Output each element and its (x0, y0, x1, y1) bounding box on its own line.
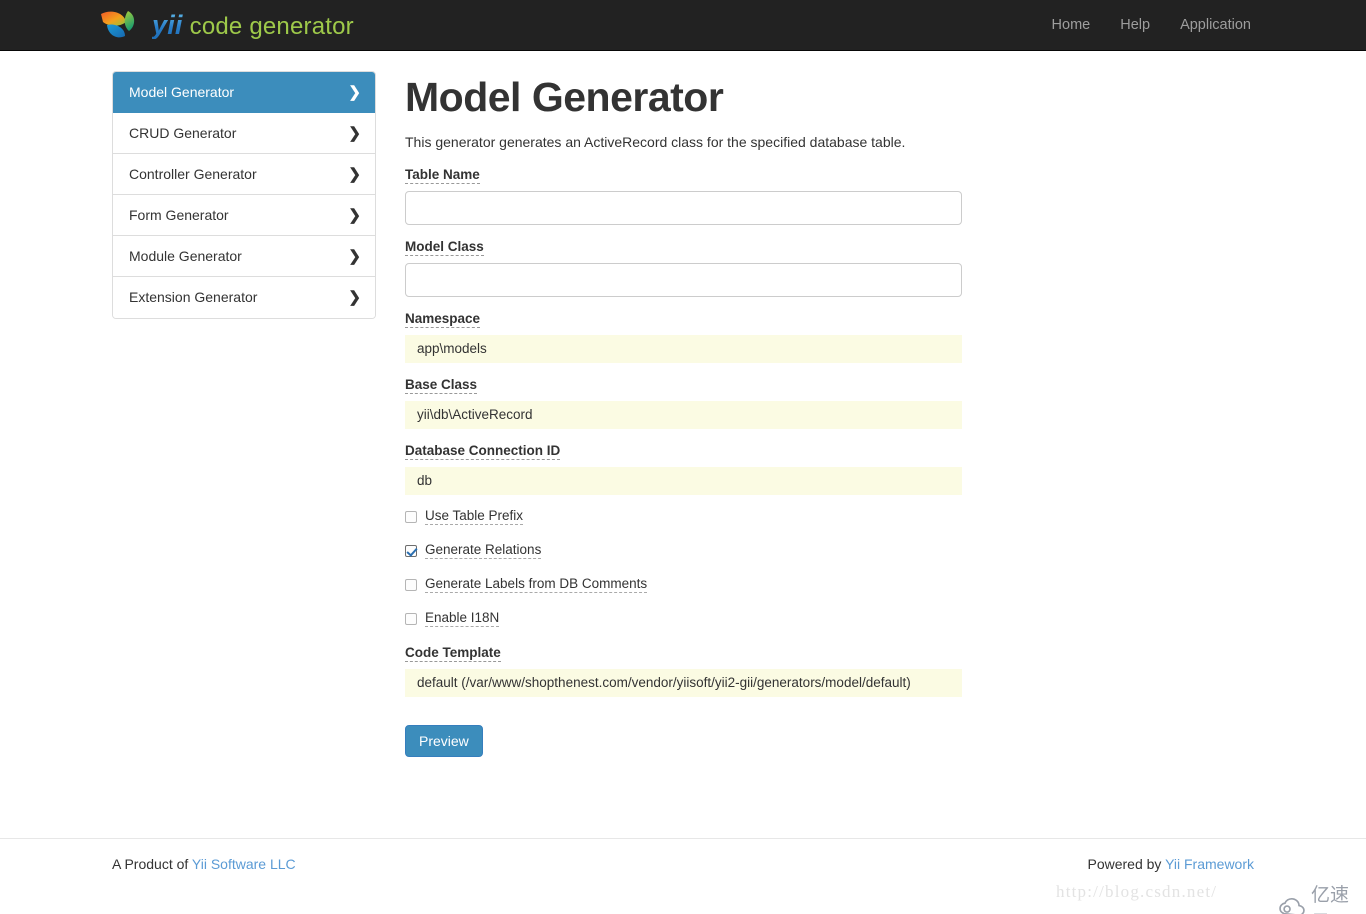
chevron-right-icon: ❯ (348, 72, 361, 113)
generator-form-panel: Model Generator This generator generates… (405, 75, 1005, 757)
model-class-label: Model Class (405, 239, 484, 256)
model-class-input[interactable] (405, 263, 962, 297)
sidebar-item-extension-generator[interactable]: Extension Generator ❯ (113, 277, 375, 318)
chevron-right-icon: ❯ (348, 113, 361, 154)
nav-help[interactable]: Help (1105, 0, 1165, 51)
sidebar-item-module-generator[interactable]: Module Generator ❯ (113, 236, 375, 277)
generate-labels-label[interactable]: Generate Labels from DB Comments (425, 576, 647, 593)
footer-inner: A Product of Yii Software LLC Powered by… (0, 839, 1366, 856)
main-nav: Home Help Application (1037, 0, 1266, 51)
field-group-table-name: Table Name (405, 166, 1005, 225)
sidebar-item-form-generator[interactable]: Form Generator ❯ (113, 195, 375, 236)
footer-product-credit: A Product of Yii Software LLC (112, 856, 296, 872)
generator-list-sidebar: Model Generator ❯ CRUD Generator ❯ Contr… (112, 71, 376, 319)
enable-i18n-label[interactable]: Enable I18N (425, 610, 499, 627)
watermark-url: http://blog.csdn.net/ (1056, 882, 1217, 902)
base-class-label: Base Class (405, 377, 477, 394)
namespace-input[interactable] (405, 335, 962, 363)
sidebar-item-label: CRUD Generator (129, 125, 236, 141)
nav-application[interactable]: Application (1165, 0, 1266, 51)
brand-text: yii code generator (152, 12, 354, 39)
footer-powered-by: Powered by Yii Framework (1087, 856, 1254, 872)
db-connection-id-label: Database Connection ID (405, 443, 560, 460)
chevron-right-icon: ❯ (348, 154, 361, 195)
base-class-input[interactable] (405, 401, 962, 429)
code-template-input[interactable] (405, 669, 962, 697)
use-table-prefix-label[interactable]: Use Table Prefix (425, 508, 523, 525)
yii-bird-logo-icon (98, 7, 152, 43)
checkbox-row-use-table-prefix[interactable]: Use Table Prefix (405, 508, 1005, 525)
gii-code-generator-page: yii code generator Home Help Application… (0, 0, 1366, 914)
sidebar-item-label: Model Generator (129, 84, 234, 100)
preview-button[interactable]: Preview (405, 725, 483, 757)
enable-i18n-checkbox[interactable] (405, 613, 417, 625)
checkbox-row-generate-labels-from-db-comments[interactable]: Generate Labels from DB Comments (405, 576, 1005, 593)
sidebar-item-label: Module Generator (129, 248, 242, 264)
cloud-icon (1278, 897, 1311, 914)
sidebar-item-label: Controller Generator (129, 166, 257, 182)
footer-left-prefix: A Product of (112, 856, 192, 872)
use-table-prefix-checkbox[interactable] (405, 511, 417, 523)
top-navbar: yii code generator Home Help Application (0, 0, 1366, 51)
sidebar-item-label: Form Generator (129, 207, 229, 223)
generate-relations-label[interactable]: Generate Relations (425, 542, 541, 559)
page-footer: A Product of Yii Software LLC Powered by… (0, 838, 1366, 914)
nav-home[interactable]: Home (1037, 0, 1106, 51)
field-group-code-template: Code Template (405, 644, 1005, 697)
sidebar-item-model-generator[interactable]: Model Generator ❯ (113, 72, 375, 113)
chevron-right-icon: ❯ (348, 236, 361, 277)
footer-right-prefix: Powered by (1087, 856, 1165, 872)
chevron-right-icon: ❯ (348, 195, 361, 236)
generator-description: This generator generates an ActiveRecord… (405, 134, 1005, 150)
db-connection-id-input[interactable] (405, 467, 962, 495)
sidebar-item-crud-generator[interactable]: CRUD Generator ❯ (113, 113, 375, 154)
table-name-label: Table Name (405, 167, 480, 184)
yii-framework-link[interactable]: Yii Framework (1165, 856, 1254, 872)
checkbox-row-enable-i18n[interactable]: Enable I18N (405, 610, 1005, 627)
brand-link[interactable]: yii code generator (98, 0, 354, 51)
field-group-namespace: Namespace (405, 310, 1005, 363)
table-name-input[interactable] (405, 191, 962, 225)
watermark-logo: 亿速云 (1278, 880, 1366, 914)
field-group-db-connection-id: Database Connection ID (405, 442, 1005, 495)
generate-relations-checkbox[interactable] (405, 545, 417, 557)
brand-tagline: code generator (190, 15, 354, 39)
watermark-brand: 亿速云 (1311, 880, 1366, 914)
yii-software-link[interactable]: Yii Software LLC (192, 856, 296, 872)
field-group-base-class: Base Class (405, 376, 1005, 429)
chevron-right-icon: ❯ (348, 277, 361, 318)
generate-labels-checkbox[interactable] (405, 579, 417, 591)
sidebar-item-label: Extension Generator (129, 289, 257, 305)
sidebar-item-controller-generator[interactable]: Controller Generator ❯ (113, 154, 375, 195)
field-group-model-class: Model Class (405, 238, 1005, 297)
page-title: Model Generator (405, 75, 1005, 120)
checkbox-row-generate-relations[interactable]: Generate Relations (405, 542, 1005, 559)
brand-name: yii (152, 12, 183, 39)
code-template-label: Code Template (405, 645, 501, 662)
namespace-label: Namespace (405, 311, 480, 328)
